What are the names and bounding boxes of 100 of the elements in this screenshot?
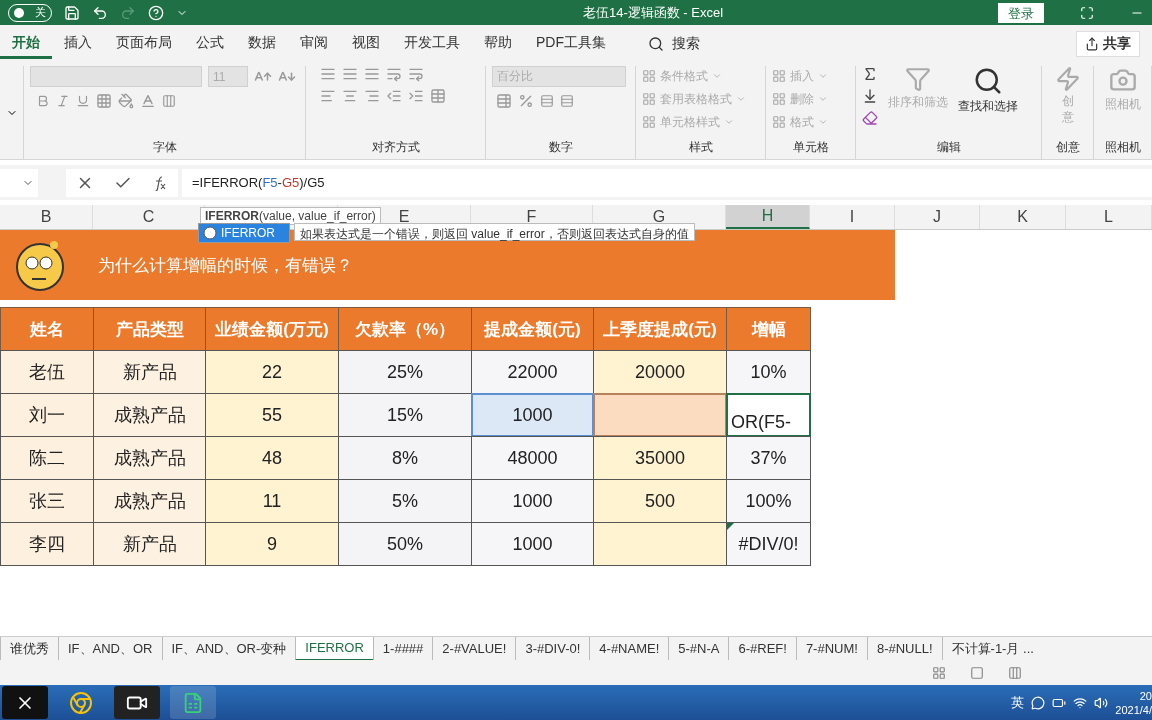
- border-icon: [96, 93, 112, 109]
- table-cell: #DIV/0!: [726, 522, 811, 566]
- excel-icon[interactable]: [170, 686, 216, 719]
- normal-view-icon[interactable]: [932, 665, 946, 680]
- menu-tab[interactable]: 帮助: [472, 28, 524, 59]
- network-icon: [1073, 695, 1088, 710]
- menu-tab[interactable]: PDF工具集: [524, 28, 618, 59]
- column-header[interactable]: I: [810, 205, 895, 229]
- function-suggestion-menu[interactable]: IFERROR: [198, 223, 290, 243]
- share-button[interactable]: 共享: [1076, 30, 1140, 57]
- menu-tab[interactable]: 审阅: [288, 28, 340, 59]
- grid-icon: [642, 92, 656, 106]
- phonetic-guide-icon: [162, 94, 176, 108]
- clock-time: 20: [1139, 688, 1152, 703]
- font-color-icon: [140, 93, 156, 109]
- bold-icon: [36, 94, 50, 108]
- caret-icon: [736, 94, 746, 104]
- caret-icon: [724, 117, 734, 127]
- find-select-button[interactable]: 查找和选择: [958, 66, 1018, 115]
- column-heading: 增幅: [726, 307, 811, 351]
- chat-icon: [1031, 695, 1046, 710]
- grid-icon: [772, 92, 786, 106]
- table-cell: 22: [205, 350, 339, 394]
- table-cell: 55: [205, 393, 339, 437]
- table-cell: 37%: [726, 436, 811, 480]
- wrap-text-icon: [408, 66, 424, 82]
- menu-tab[interactable]: 开发工具: [392, 28, 472, 59]
- table-cell: 刘一: [0, 393, 94, 437]
- function-description-tooltip: 如果表达式是一个错误，则返回 value_if_error，否则返回表达式自身的值: [294, 223, 695, 241]
- column-header[interactable]: J: [895, 205, 980, 229]
- help-icon[interactable]: [148, 4, 164, 21]
- align-middle-icon: [342, 66, 358, 82]
- undo-icon[interactable]: [92, 4, 108, 21]
- group-label: 对齐方式: [371, 139, 420, 156]
- table-cell: 张三: [0, 479, 94, 523]
- table-cell: 成熟产品: [93, 393, 206, 437]
- menu-tab[interactable]: 插入: [52, 28, 104, 59]
- table-cell: 成熟产品: [93, 479, 206, 523]
- menu-tab[interactable]: 视图: [340, 28, 392, 59]
- table-cell: 500: [593, 479, 727, 523]
- menu-tab[interactable]: 公式: [184, 28, 236, 59]
- menu-tab[interactable]: 开始: [0, 28, 52, 59]
- font-name-field[interactable]: [30, 66, 202, 87]
- table-cell: 成熟产品: [93, 436, 206, 480]
- table-cell: 陈二: [0, 436, 94, 480]
- group-label: 照相机: [1104, 139, 1141, 156]
- align-top-icon: [320, 66, 336, 82]
- formula-field[interactable]: =IFERROR(F5-G5)/G5: [182, 168, 1152, 197]
- column-heading: 业绩金额(万元): [205, 307, 339, 351]
- function-icon: [203, 226, 217, 240]
- table-cell: 10%: [726, 350, 811, 394]
- sheet-tab[interactable]: IFERROR: [295, 637, 373, 660]
- align-bottom-icon: [364, 66, 380, 82]
- fill-down-icon: [862, 88, 878, 104]
- column-header[interactable]: L: [1066, 205, 1152, 229]
- merge-icon: [430, 88, 446, 104]
- login-button[interactable]: 登录: [998, 2, 1044, 23]
- group-label: 字体: [152, 139, 177, 156]
- menu-tab[interactable]: 数据: [236, 28, 288, 59]
- lightning-icon: [1054, 66, 1081, 92]
- volume-icon: [1094, 695, 1109, 710]
- search-icon: [973, 66, 1003, 96]
- column-header[interactable]: H: [726, 205, 810, 229]
- group-label: 样式: [688, 139, 713, 156]
- column-header[interactable]: B: [0, 205, 93, 229]
- align-right-icon: [364, 88, 380, 104]
- column-heading: 欠款率（%）: [338, 307, 472, 351]
- table-cell: 50%: [338, 522, 472, 566]
- column-header[interactable]: K: [980, 205, 1066, 229]
- table-cell: 1000: [471, 393, 594, 437]
- grid-icon: [642, 115, 656, 129]
- table-cell: 新产品: [93, 522, 206, 566]
- column-heading: 姓名: [0, 307, 94, 351]
- underline-icon: [76, 94, 90, 108]
- page-break-icon[interactable]: [1008, 665, 1022, 680]
- table-cell: 9: [205, 522, 339, 566]
- indent-increase-icon: [408, 88, 424, 104]
- share-icon: [1085, 36, 1099, 51]
- decimal-icon: [560, 94, 574, 108]
- eraser-icon: [862, 110, 878, 126]
- table-cell: 15%: [338, 393, 472, 437]
- menu-tab[interactable]: 页面布局: [104, 28, 184, 59]
- clock-date: 2021/4/: [1115, 702, 1152, 717]
- window-title: 老伍14-逻辑函数 - Excel: [581, 3, 725, 22]
- column-heading: 上季度提成(元): [593, 307, 727, 351]
- save-icon[interactable]: [64, 4, 80, 21]
- column-heading: 提成金额(元): [471, 307, 594, 351]
- input-method: 英: [1011, 693, 1025, 712]
- search-button[interactable]: 搜索: [642, 33, 706, 54]
- video-icon[interactable]: [114, 686, 160, 719]
- table-cell: 48: [205, 436, 339, 480]
- display-options-icon[interactable]: [1080, 5, 1094, 20]
- fill-color-icon: [118, 93, 134, 109]
- page-layout-icon[interactable]: [970, 665, 984, 680]
- table-cell: 20000: [593, 350, 727, 394]
- table-cell: 48000: [471, 436, 594, 480]
- cell-editor[interactable]: OR(F5-: [726, 393, 811, 437]
- group-label: 编辑: [936, 139, 961, 156]
- table-cell: 8%: [338, 436, 472, 480]
- table-cell: 35000: [593, 436, 727, 480]
